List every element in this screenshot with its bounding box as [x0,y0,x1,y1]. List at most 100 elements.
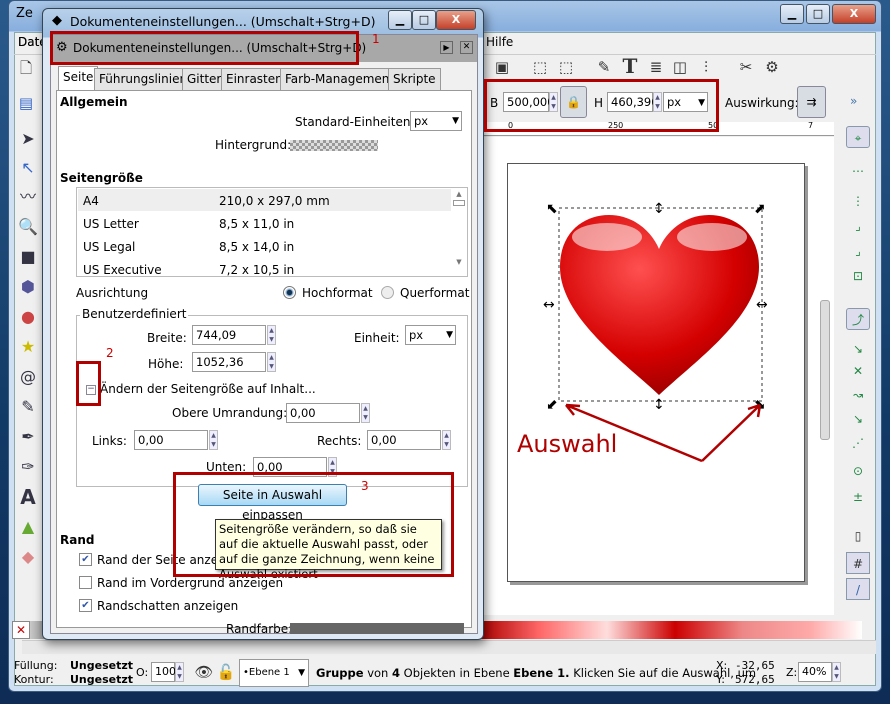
snap-bbox-icon[interactable]: ⋯ [846,160,870,182]
portrait-label[interactable]: Hochformat [302,286,373,300]
snap-path-icon[interactable]: ↘ [846,338,870,360]
spray-tool-icon[interactable]: ▲ [14,514,42,540]
stroke-value[interactable]: Ungesetzt [70,673,133,686]
portrait-radio[interactable] [283,286,296,299]
3dbox-tool-icon[interactable]: ⬢ [14,274,42,300]
node-tool-icon[interactable]: ↖ [14,155,42,181]
fill-stroke-icon[interactable]: ✎ [594,57,614,77]
zoom-input[interactable]: 40% [798,662,832,682]
lock-layer-icon[interactable]: 🔓 [216,662,236,682]
zoom-tool-icon[interactable]: 🔍 [14,214,42,240]
more-button[interactable]: » [850,94,857,108]
page-size-name[interactable]: US Letter [83,217,139,231]
resize-to-content-expander[interactable]: Ändern der Seitengröße auf Inhalt... [100,382,316,396]
document-settings-icon[interactable]: ⚙ [762,57,782,77]
units-select[interactable]: px ▼ [410,111,462,131]
tab-gitter[interactable]: Gitter [182,68,227,90]
top-margin-spinner[interactable]: ▲ ▼ [361,403,370,423]
text-tool-icon[interactable]: T [620,56,640,76]
border-shadow-label[interactable]: Randschatten anzeigen [97,599,238,613]
selector-tool-icon[interactable]: ➤ [14,126,42,152]
xml-editor-icon[interactable]: ◫ [670,57,690,77]
snap-midpoint-path-icon[interactable]: ↘ [846,408,870,430]
snap-nodes-icon[interactable]: ⤴ [846,308,870,330]
calligraphy-tool-icon[interactable]: ✑ [14,454,42,480]
tab-seite[interactable]: Seite [58,66,99,91]
layers-icon[interactable]: ≣ [646,57,666,77]
snap-intersection-icon[interactable]: ✕ [846,360,870,382]
tab-skripte[interactable]: Skripte [388,68,441,90]
snap-object-center-icon[interactable]: ⋰ [846,432,870,454]
page-size-name[interactable]: US Legal [83,240,135,254]
eye-visibility-icon[interactable]: 👁 [194,662,214,682]
tweak-tool-icon[interactable]: 〰 [14,184,42,210]
pencil-tool-icon[interactable]: ✎ [14,394,42,420]
border-color-button[interactable] [290,623,464,634]
snap-smooth-icon[interactable]: ↝ [846,384,870,406]
group-icon[interactable]: ▣ [492,57,512,77]
page-height-input[interactable]: 1052,36 [192,352,266,372]
minimize-button[interactable]: ▁ [780,4,804,24]
maximize-button[interactable]: □ [806,4,830,24]
layer-select[interactable]: •Ebene 1 ▼ [239,659,309,687]
rect-tool-icon[interactable]: ■ [14,244,42,270]
dialog-maximize-button[interactable]: □ [412,10,436,30]
snap-guide-icon[interactable]: / [846,578,870,600]
zoom-drawing-icon[interactable]: ⬚ [556,57,576,77]
align-icon[interactable]: ⫶ [696,57,716,77]
left-margin-input[interactable]: 0,00 [134,430,208,450]
page-width-input[interactable]: 744,09 [192,325,266,345]
snap-page-icon[interactable]: ▯ [846,525,870,547]
star-tool-icon[interactable]: ★ [14,334,42,360]
snap-center-icon[interactable]: ⊡ [846,265,870,287]
horizontal-scrollbar[interactable] [22,640,876,654]
top-margin-input[interactable]: 0,00 [286,403,360,423]
menu-hilfe[interactable]: Hilfe [486,35,513,49]
tab-farb-management[interactable]: Farb-Management [280,68,400,90]
page-unit-select[interactable]: px ▼ [405,325,456,345]
border-on-top-checkbox[interactable] [79,576,92,589]
tab-einrasten[interactable]: Einrasten [221,68,288,90]
opacity-input[interactable]: 100 [151,662,176,682]
snap-text-baseline-icon[interactable]: ± [846,486,870,508]
transform-stroke-button[interactable]: ⇉ [797,86,826,118]
show-border-checkbox[interactable]: ✔ [79,553,92,566]
dock-close-button[interactable]: ✕ [460,41,473,54]
new-document-icon[interactable]: 🗋 [16,58,36,78]
page-size-name[interactable]: US Executive [83,263,162,277]
close-button[interactable]: X [832,4,876,24]
page-size-name[interactable]: A4 [83,194,99,208]
page-width-spinner[interactable]: ▲ ▼ [267,325,276,345]
landscape-radio[interactable] [381,286,394,299]
landscape-label[interactable]: Querformat [400,286,469,300]
background-color-button[interactable] [290,140,378,151]
right-margin-spinner[interactable]: ▲ ▼ [442,430,451,450]
snap-midpoint-icon[interactable]: ⌟ [846,240,870,262]
tab-fuehrungslinien[interactable]: Führungslinien [94,68,193,90]
opacity-spinner[interactable]: ▲ ▼ [175,662,184,682]
eraser-tool-icon[interactable]: ◆ [14,544,42,570]
snap-bbox-edge-icon[interactable]: ⋮ [846,190,870,212]
right-margin-input[interactable]: 0,00 [367,430,441,450]
dialog-minimize-button[interactable]: ▁ [388,10,412,30]
fill-value[interactable]: Ungesetzt [70,659,133,672]
spiral-tool-icon[interactable]: @ [14,364,42,390]
no-color-icon[interactable]: ✕ [12,621,30,639]
text-tool-icon[interactable]: A [14,484,42,510]
ellipse-tool-icon[interactable]: ● [14,304,42,330]
page-height-spinner[interactable]: ▲ ▼ [267,352,276,372]
border-shadow-checkbox[interactable]: ✔ [79,599,92,612]
zoom-spinner[interactable]: ▲ ▼ [832,662,841,682]
snap-rotation-icon[interactable]: ⊙ [846,460,870,482]
snap-corner-icon[interactable]: ⌟ [846,215,870,237]
snap-grid-icon[interactable]: # [846,552,870,574]
pen-tool-icon[interactable]: ✒ [14,424,42,450]
preferences-icon[interactable]: ✂ [736,57,756,77]
dock-iconify-button[interactable]: ▶ [440,41,453,54]
zoom-selection-icon[interactable]: ⬚ [530,57,550,77]
dialog-close-button[interactable]: X [436,10,476,30]
document-properties-icon[interactable]: ▤ [16,93,36,113]
list-scrollbar[interactable]: ▲ ▼ [452,190,466,274]
left-margin-spinner[interactable]: ▲ ▼ [209,430,218,450]
snap-toggle-icon[interactable]: ⌖ [846,126,870,148]
